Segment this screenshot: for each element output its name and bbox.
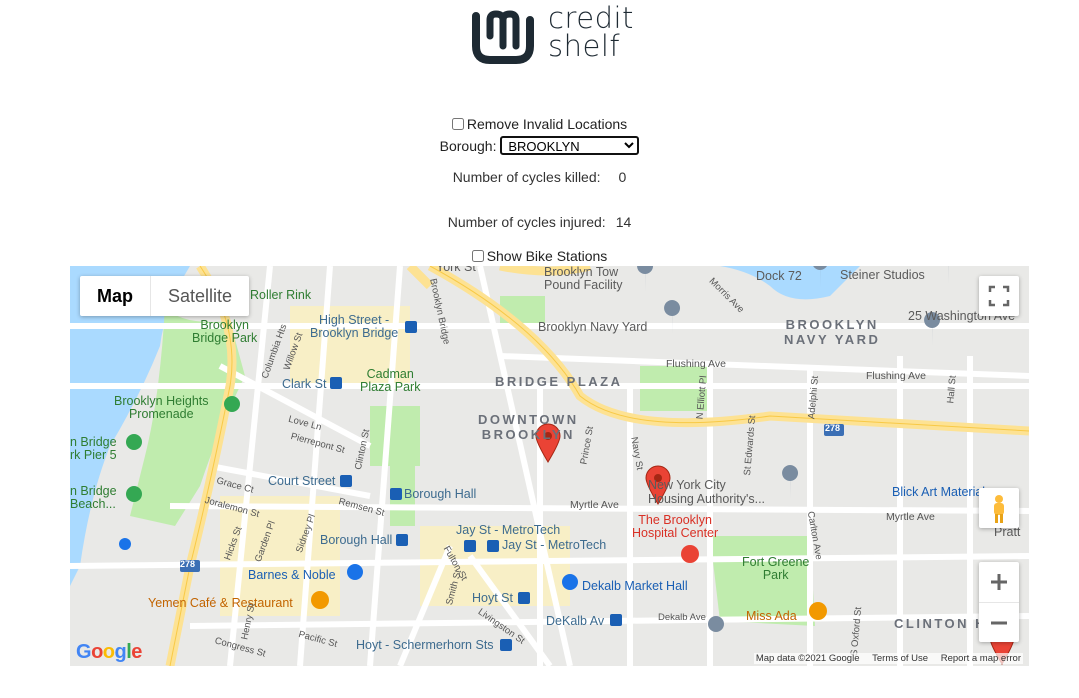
dekalb-ave-street: Dekalb Ave [658, 612, 706, 623]
map-type-map-button[interactable]: Map [80, 276, 151, 316]
hoyt-st-label: Hoyt St [472, 591, 513, 605]
injured-row: Number of cycles injured: 14 [0, 214, 1079, 230]
bridge-beach-label: n Bridge Beach... [70, 484, 117, 511]
miss-ada-label: Miss Ada [746, 609, 797, 623]
plus-icon [991, 574, 1007, 590]
myrtle-ave-label-2: Myrtle Ave [886, 511, 935, 523]
remove-invalid-checkbox[interactable] [451, 118, 464, 130]
navy-yard-area-label: BROOKLYN NAVY YARD [784, 317, 881, 347]
jay-st-label: Jay St - MetroTech [456, 523, 561, 537]
cadman-plaza-label: Cadman Plaza Park [360, 367, 421, 394]
killed-label: Number of cycles killed: [452, 169, 601, 185]
navy-yard-poi-label: Brooklyn Navy Yard [538, 320, 648, 334]
interstate-278-shield-2: 278 [825, 423, 841, 433]
bridge-park-label: Brooklyn Bridge Park [192, 318, 258, 345]
flushing-ave-label: Flushing Ave [666, 358, 726, 370]
bike-stations-label: Show Bike Stations [486, 248, 608, 264]
map-type-control: Map Satellite [80, 276, 250, 316]
credit-shelf-logo-icon [472, 10, 534, 64]
borough-hall-label: Borough Hall [404, 487, 477, 501]
york-st-label: York St [436, 266, 476, 274]
borough-hall-label-2: Borough Hall [320, 533, 393, 547]
remove-invalid-label: Remove Invalid Locations [466, 116, 628, 132]
heights-promenade-label: Brooklyn Heights Promenade [114, 394, 209, 421]
google-logo: Google [76, 641, 142, 663]
hoyt-schermerhorn-label: Hoyt - Schermerhorn Sts [356, 638, 494, 652]
brand-line-1: credit [548, 1, 634, 35]
flushing-ave-label-2: Flushing Ave [866, 370, 926, 382]
clark-st-label: Clark St [282, 377, 327, 391]
tow-pound-label: Brooklyn Tow Pound Facility [544, 266, 623, 292]
dekalb-av-label: DeKalb Av [546, 614, 605, 628]
downtown-brooklyn-label: DOWNTOWN BROOKLYN [478, 412, 579, 442]
pegman-icon [994, 495, 1004, 523]
zoom-in-button[interactable] [979, 562, 1019, 603]
fullscreen-button[interactable] [979, 276, 1019, 316]
dekalb-market-label: Dekalb Market Hall [582, 579, 688, 593]
brand-name: credit shelf [548, 1, 634, 63]
borough-label: Borough: [439, 138, 497, 154]
bridge-plaza-label: BRIDGE PLAZA [495, 374, 623, 389]
injured-value: 14 [615, 214, 632, 230]
high-street-label: High Street - Brooklyn Bridge [310, 313, 399, 340]
map[interactable]: York St Brooklyn Tow Pound Facility Dock… [70, 266, 1029, 666]
killed-row: Number of cycles killed: 0 [0, 169, 1079, 185]
barnes-noble-label: Barnes & Noble [248, 568, 336, 582]
cadman-plaza [370, 406, 420, 466]
map-type-satellite-button[interactable]: Satellite [151, 276, 249, 316]
court-street-label: Court Street [268, 474, 336, 488]
map-attribution: Map data ©2021 Google Terms of Use Repor… [753, 653, 1023, 664]
myrtle-ave-label: Myrtle Ave [570, 499, 619, 511]
minus-icon [991, 621, 1007, 625]
borough-row: Borough: BROOKLYN [0, 136, 1079, 155]
borough-select[interactable]: BROOKLYN [500, 136, 640, 155]
fort-greene-label: Fort Greene Park [742, 555, 810, 582]
nyc-housing-label: New York City Housing Authority's... [648, 478, 766, 506]
dock-72-label: Dock 72 [756, 269, 802, 283]
brand-line-2: shelf [548, 29, 621, 63]
pier-5-label: n Bridge rk Pier 5 [70, 435, 117, 462]
street-view-pegman[interactable] [979, 488, 1019, 528]
credit-shelf-logo: credit shelf [470, 1, 640, 66]
remove-invalid-row: Remove Invalid Locations [0, 116, 1079, 132]
fullscreen-icon [988, 285, 1010, 307]
jay-st-label-2: Jay St - MetroTech [502, 538, 607, 552]
steiner-studios-label: Steiner Studios [840, 268, 925, 282]
zoom-out-button[interactable] [979, 603, 1019, 642]
bike-stations-row: Show Bike Stations [0, 248, 1079, 264]
killed-value: 0 [618, 169, 627, 185]
blick-label: Blick Art Materials [892, 485, 992, 499]
yemen-cafe-label: Yemen Café & Restaurant [148, 596, 293, 610]
roller-rink-label: Roller Rink [250, 288, 312, 302]
report-map-error-link[interactable]: Report a map error [941, 653, 1021, 664]
injured-label: Number of cycles injured: [447, 214, 606, 230]
interstate-278-shield: 278 [180, 559, 196, 569]
brooklyn-hospital-label: The Brooklyn Hospital Center [632, 513, 719, 540]
bike-stations-checkbox[interactable] [471, 250, 484, 262]
terms-of-use-link[interactable]: Terms of Use [872, 653, 928, 664]
zoom-control [979, 562, 1019, 642]
map-data-text: Map data ©2021 Google [755, 653, 860, 664]
